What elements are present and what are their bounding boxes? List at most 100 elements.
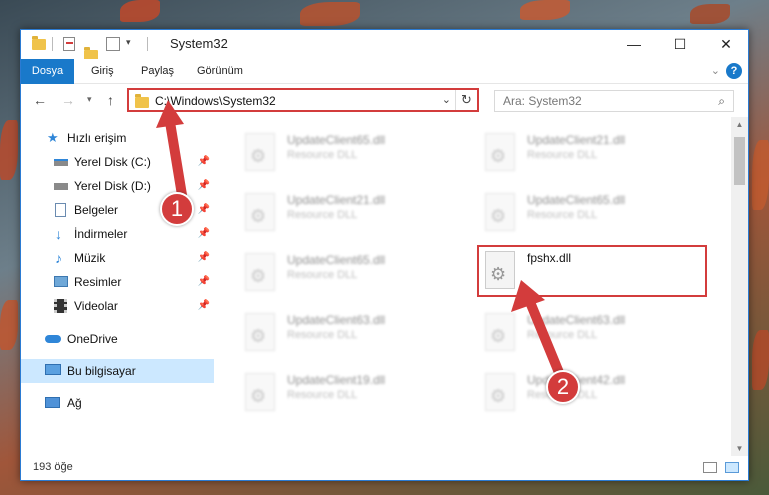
- drive-icon: [54, 183, 68, 190]
- dll-file-icon: [485, 133, 515, 171]
- file-name: UpdateClient65.dll: [287, 253, 386, 267]
- separator: [147, 37, 148, 51]
- sidebar-item-label: Yerel Disk (D:): [74, 179, 151, 193]
- tab-home[interactable]: Giriş: [83, 59, 122, 84]
- sidebar-item-pictures[interactable]: Resimler 📌: [21, 270, 214, 294]
- computer-icon: [45, 364, 61, 375]
- pictures-icon: [54, 276, 68, 287]
- file-item[interactable]: UpdateClient65.dll Resource DLL: [237, 247, 467, 299]
- sidebar-item-videos[interactable]: Videolar 📌: [21, 294, 214, 318]
- file-name: fpshx.dll: [527, 251, 572, 265]
- large-icons-view-icon[interactable]: [725, 462, 739, 473]
- file-name: UpdateClient21.dll: [527, 133, 626, 147]
- back-arrow-icon[interactable]: ←: [33, 92, 47, 108]
- item-count: 193 öğe: [33, 461, 73, 473]
- close-button[interactable]: ✕: [703, 30, 749, 59]
- file-item[interactable]: UpdateClient65.dll Resource DLL: [477, 187, 707, 239]
- file-type: Resource DLL: [527, 149, 598, 161]
- file-list: UpdateClient65.dll Resource DLL UpdateCl…: [217, 123, 733, 453]
- expand-ribbon-icon[interactable]: ⌄: [711, 64, 720, 77]
- dll-file-icon: [485, 193, 515, 231]
- background-leaf: [520, 0, 570, 20]
- pin-icon[interactable]: 📌: [198, 294, 210, 318]
- sidebar-item-label: Videolar: [74, 299, 118, 313]
- maximize-button[interactable]: ☐: [657, 30, 703, 59]
- file-type: Resource DLL: [287, 329, 358, 341]
- sidebar-item-label: Müzik: [74, 251, 106, 265]
- folder-icon: [32, 36, 46, 50]
- videos-icon: [54, 299, 67, 313]
- drive-icon: [54, 159, 68, 166]
- dll-file-icon: [245, 253, 275, 291]
- search-input[interactable]: [495, 91, 695, 111]
- sidebar-item-onedrive[interactable]: OneDrive: [21, 327, 214, 351]
- minimize-button[interactable]: —: [611, 30, 657, 59]
- music-icon: ♪: [55, 250, 62, 266]
- file-item[interactable]: UpdateClient65.dll Resource DLL: [237, 127, 467, 179]
- customize-icon[interactable]: [106, 37, 120, 51]
- tab-share[interactable]: Paylaş: [133, 59, 182, 84]
- status-bar: 193 öğe: [21, 456, 748, 480]
- search-icon[interactable]: ⌕: [718, 94, 725, 109]
- pin-icon[interactable]: 📌: [198, 270, 210, 294]
- sidebar-item-label: Hızlı erişim: [67, 131, 127, 145]
- title-bar: ▾ System32 — ☐ ✕: [21, 30, 749, 61]
- sidebar-item-label: Belgeler: [74, 203, 119, 217]
- dll-file-icon: [245, 133, 275, 171]
- scroll-up-icon[interactable]: ▲: [731, 117, 748, 133]
- sidebar-item-label: Yerel Disk (C:): [74, 155, 151, 169]
- file-item[interactable]: UpdateClient21.dll Resource DLL: [237, 187, 467, 239]
- file-type: Resource DLL: [287, 269, 358, 281]
- dll-file-icon: [245, 193, 275, 231]
- file-name: UpdateClient63.dll: [287, 313, 386, 327]
- sidebar-item-label: OneDrive: [67, 332, 118, 346]
- network-icon: [45, 397, 60, 408]
- file-type: Resource DLL: [287, 209, 358, 221]
- background-leaf: [752, 140, 769, 210]
- separator: [52, 37, 53, 51]
- refresh-icon[interactable]: ↻: [455, 90, 477, 110]
- forward-arrow-icon[interactable]: →: [61, 92, 75, 108]
- documents-icon: [55, 203, 66, 217]
- window-title: System32: [170, 36, 228, 51]
- pin-icon[interactable]: 📌: [198, 222, 210, 246]
- sidebar-item-downloads[interactable]: ↓ İndirmeler 📌: [21, 222, 214, 246]
- file-item[interactable]: UpdateClient63.dll Resource DLL: [237, 307, 467, 359]
- vertical-scrollbar[interactable]: ▲ ▼: [731, 117, 748, 457]
- recent-locations-icon[interactable]: ▾: [87, 94, 92, 105]
- background-leaf: [300, 2, 360, 26]
- background-leaf: [0, 300, 18, 350]
- file-name: UpdateClient65.dll: [287, 133, 386, 147]
- step-badge-1: 1: [160, 192, 194, 226]
- background-leaf: [120, 0, 160, 22]
- folder-icon: [135, 94, 149, 108]
- file-item[interactable]: UpdateClient19.dll Resource DLL: [237, 367, 467, 419]
- download-icon: ↓: [55, 226, 62, 242]
- help-icon[interactable]: ?: [726, 63, 742, 79]
- chevron-down-icon[interactable]: ▾: [126, 37, 131, 53]
- scroll-down-icon[interactable]: ▼: [731, 441, 748, 457]
- scrollbar-thumb[interactable]: [734, 137, 745, 185]
- chevron-down-icon[interactable]: ⌄: [442, 93, 451, 106]
- properties-icon[interactable]: [63, 37, 75, 51]
- sidebar-item-label: İndirmeler: [74, 227, 128, 241]
- file-item[interactable]: UpdateClient21.dll Resource DLL: [477, 127, 707, 179]
- file-name: UpdateClient19.dll: [287, 373, 386, 387]
- details-view-icon[interactable]: [703, 462, 717, 473]
- tab-file[interactable]: Dosya: [21, 59, 74, 84]
- dll-file-icon: [245, 313, 275, 351]
- ribbon-tabs: Dosya Giriş Paylaş Görünüm ⌄ ?: [21, 59, 748, 84]
- background-leaf: [0, 120, 18, 180]
- up-arrow-icon[interactable]: ↑: [107, 92, 114, 108]
- tab-view[interactable]: Görünüm: [189, 59, 251, 84]
- sidebar-item-this-pc[interactable]: Bu bilgisayar: [21, 359, 214, 383]
- background-leaf: [690, 4, 730, 24]
- sidebar-item-label: Bu bilgisayar: [67, 364, 136, 378]
- file-name: UpdateClient21.dll: [287, 193, 386, 207]
- file-name: UpdateClient65.dll: [527, 193, 626, 207]
- sidebar-item-music[interactable]: ♪ Müzik 📌: [21, 246, 214, 270]
- pin-icon[interactable]: 📌: [198, 246, 210, 270]
- file-type: Resource DLL: [287, 149, 358, 161]
- sidebar-item-network[interactable]: Ağ: [21, 391, 214, 415]
- search-box[interactable]: ⌕: [494, 90, 734, 112]
